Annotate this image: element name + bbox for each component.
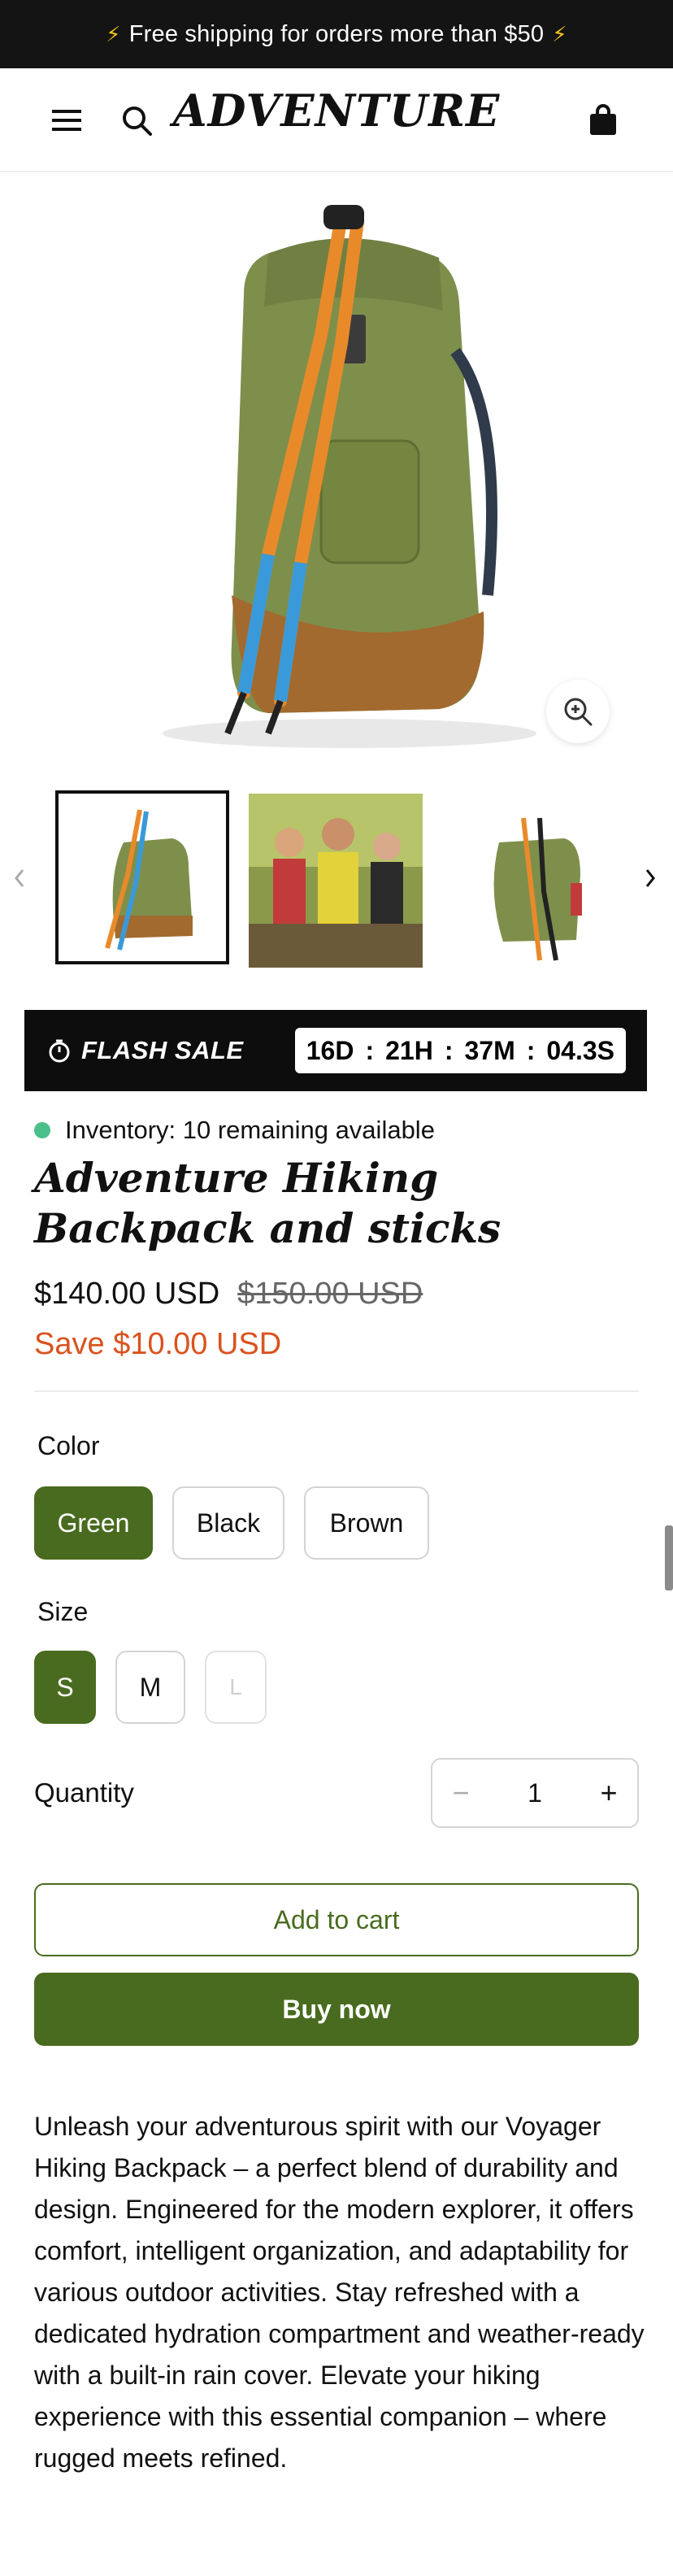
timer-separator: : (444, 1035, 454, 1065)
savings-text: Save $10.00 USD (34, 1327, 282, 1361)
backpack-side-thumbnail (493, 817, 582, 961)
quantity-stepper: − 1 + (431, 1758, 639, 1828)
compare-price: $150.00 USD (237, 1277, 423, 1311)
size-label: Size (37, 1597, 89, 1626)
flash-sale-banner: FLASH SALE 16D : 21H : 37M : 04.3S (24, 1010, 647, 1091)
inventory-status: Inventory: 10 remaining available (34, 1116, 435, 1145)
timer-separator: : (526, 1035, 536, 1065)
zoom-in-icon (564, 698, 593, 726)
quantity-decrease-button[interactable]: − (432, 1760, 489, 1826)
size-option-s[interactable]: S (34, 1651, 96, 1724)
color-option-green[interactable]: Green (34, 1486, 153, 1560)
timer-seconds: 04.3S (546, 1035, 614, 1065)
quantity-increase-button[interactable]: + (580, 1760, 637, 1826)
color-option-brown[interactable]: Brown (304, 1486, 429, 1560)
size-option-m[interactable]: M (115, 1651, 185, 1724)
add-to-cart-button[interactable]: Add to cart (34, 1883, 639, 1956)
site-logo[interactable]: ADVENTURE (0, 85, 673, 137)
chevron-left-icon (15, 869, 24, 887)
hikers-thumbnail (249, 794, 423, 968)
thumbnail-2[interactable] (249, 794, 423, 968)
timer-minutes: 37M (464, 1035, 515, 1065)
flash-sale-label: FLASH SALE (81, 1036, 244, 1064)
quantity-input[interactable]: 1 (489, 1778, 580, 1808)
quantity-label: Quantity (34, 1778, 134, 1808)
inventory-text: Inventory: 10 remaining available (65, 1116, 435, 1144)
timer-separator: : (365, 1035, 375, 1065)
thumbnail-3[interactable] (442, 794, 616, 968)
timer-days: 16D (306, 1035, 354, 1065)
countdown-timer: 16D : 21H : 37M : 04.3S (294, 1028, 626, 1073)
color-label: Color (37, 1431, 100, 1460)
lightning-bolt-icon: ⚡ (106, 21, 121, 46)
zoom-button[interactable] (546, 680, 610, 743)
stopwatch-icon (49, 1039, 70, 1063)
buy-now-button[interactable]: Buy now (34, 1973, 639, 2046)
timer-hours: 21H (385, 1035, 433, 1065)
thumbnail-next-arrow[interactable] (631, 855, 670, 901)
announcement-text: Free shipping for orders more than $50 (128, 20, 545, 47)
lightning-bolt-icon: ⚡ (552, 21, 567, 46)
price-row: $140.00 USD $150.00 USD (34, 1277, 423, 1312)
thumbnail-1[interactable] (55, 790, 229, 964)
site-header: ADVENTURE (0, 68, 673, 172)
sale-price: $140.00 USD (34, 1277, 220, 1311)
product-title: Adventure Hiking Backpack and sticks (34, 1154, 501, 1252)
size-option-l: L (205, 1651, 267, 1724)
shopping-bag-icon[interactable] (580, 98, 626, 143)
thumbnail-strip (0, 790, 673, 969)
product-description: Unleash your adventurous spirit with our… (34, 2112, 645, 2473)
color-option-black[interactable]: Black (172, 1486, 284, 1560)
size-option-l-label: L (229, 1674, 242, 1699)
scrollbar[interactable] (665, 1525, 673, 1590)
in-stock-dot-icon (34, 1122, 50, 1138)
backpack-thumbnail (105, 809, 193, 951)
chevron-right-icon (645, 869, 655, 887)
thumbnail-prev-arrow[interactable] (0, 855, 39, 901)
divider (34, 1390, 639, 1392)
flash-sale-label-group: FLASH SALE (47, 1036, 244, 1065)
announcement-bar: ⚡ Free shipping for orders more than $50… (0, 0, 673, 68)
